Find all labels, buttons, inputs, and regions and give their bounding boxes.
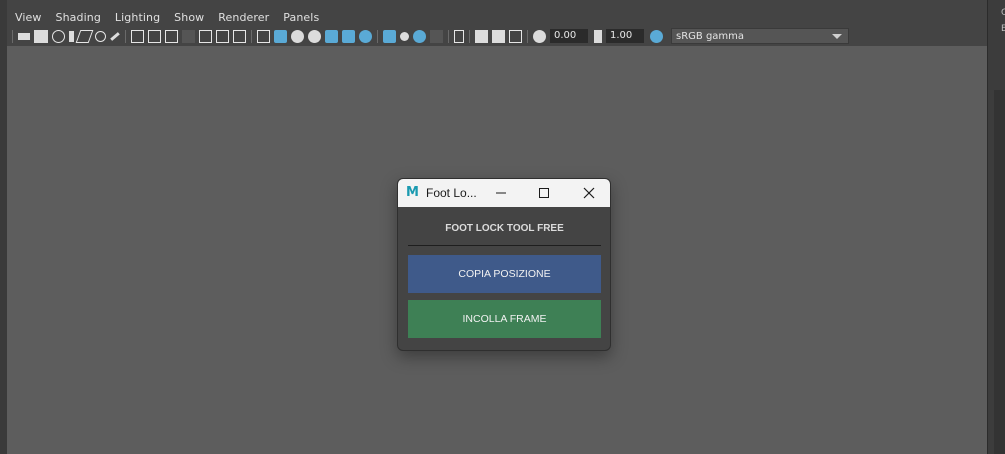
right-panel-char: E (1001, 24, 1005, 34)
bookmark-icon[interactable] (69, 30, 74, 42)
isolate-select-icon[interactable] (454, 29, 464, 43)
smooth-shade-icon[interactable] (274, 29, 287, 43)
dialog-titlebar[interactable]: M Foot Lo... (398, 179, 610, 207)
field-chart-icon[interactable] (199, 29, 212, 43)
maya-panel-frame: View Shading Lighting Show Renderer Pane… (0, 0, 1005, 454)
xray-joints-icon[interactable] (509, 29, 522, 43)
safe-title-icon[interactable] (233, 29, 246, 43)
two-d-pan-zoom-icon[interactable] (95, 30, 106, 42)
menu-panels[interactable]: Panels (283, 11, 319, 24)
toolbar-separator (12, 29, 13, 43)
header-divider (408, 245, 601, 246)
toolbar-separator (251, 29, 252, 43)
minimize-icon (496, 192, 506, 194)
grease-pencil-icon[interactable] (110, 31, 120, 41)
default-material-icon[interactable] (291, 29, 304, 43)
menu-renderer[interactable]: Renderer (218, 11, 269, 24)
grid-icon[interactable] (131, 29, 144, 43)
safe-action-icon[interactable] (216, 29, 229, 43)
right-panel-char: C (1001, 8, 1005, 18)
gamma-field[interactable] (606, 29, 644, 43)
camera-lock-icon[interactable] (52, 29, 65, 43)
toolbar-separator (469, 29, 470, 43)
right-side-panel: C E (987, 0, 1005, 454)
camera-icon[interactable] (18, 32, 30, 40)
toolbar-separator (377, 29, 378, 43)
foot-lock-dialog: M Foot Lo... FOOT LOCK TOOL FREE COPIA P… (397, 178, 611, 351)
toolbar-separator (527, 29, 528, 43)
xray-active-components-icon[interactable] (492, 29, 505, 43)
shadows-icon[interactable] (359, 29, 372, 43)
menu-view[interactable]: View (15, 11, 42, 24)
screen-space-ao-icon[interactable] (383, 29, 396, 43)
colorspace-dropdown[interactable]: sRGB gamma (671, 28, 849, 44)
gamma-icon[interactable] (594, 29, 602, 43)
left-panel-edge (0, 0, 7, 454)
panel-menubar: View Shading Lighting Show Renderer Pane… (7, 9, 987, 26)
depth-of-field-icon[interactable] (430, 29, 443, 43)
exposure-field[interactable] (550, 29, 588, 43)
resolution-gate-icon[interactable] (165, 29, 178, 43)
maya-app-icon: M (406, 185, 419, 200)
right-panel-scroll[interactable] (994, 90, 1005, 454)
dialog-title: Foot Lo... (426, 186, 477, 200)
chevron-down-icon (832, 33, 842, 39)
menu-show[interactable]: Show (174, 11, 204, 24)
camera-attributes-icon[interactable] (34, 29, 48, 43)
film-gate-icon[interactable] (148, 29, 161, 43)
toolbar-separator (448, 29, 449, 43)
menu-lighting[interactable]: Lighting (115, 11, 160, 24)
tool-header: FOOT LOCK TOOL FREE (445, 223, 564, 234)
wireframe-icon[interactable] (257, 29, 270, 43)
colorspace-label: sRGB gamma (676, 30, 745, 42)
image-plane-icon[interactable] (75, 29, 94, 43)
paste-frame-button[interactable]: INCOLLA FRAME (408, 300, 601, 338)
exposure-icon[interactable] (533, 29, 546, 43)
close-button[interactable] (578, 183, 600, 203)
gate-mask-icon[interactable] (182, 29, 195, 43)
maximize-icon (539, 188, 549, 198)
multisample-aa-icon[interactable] (413, 29, 426, 43)
close-icon (583, 187, 595, 199)
wireframe-on-shaded-icon[interactable] (308, 29, 321, 43)
menu-shading[interactable]: Shading (56, 11, 101, 24)
color-management-icon[interactable] (650, 29, 663, 43)
copy-position-button[interactable]: COPIA POSIZIONE (408, 255, 601, 293)
use-all-lights-icon[interactable] (342, 29, 355, 43)
maximize-button[interactable] (533, 183, 555, 203)
panel-toolbar: sRGB gamma (7, 26, 987, 46)
textured-icon[interactable] (325, 29, 338, 43)
xray-icon[interactable] (475, 29, 488, 43)
minimize-button[interactable] (490, 183, 512, 203)
motion-blur-icon[interactable] (400, 31, 409, 41)
toolbar-separator (125, 29, 126, 43)
